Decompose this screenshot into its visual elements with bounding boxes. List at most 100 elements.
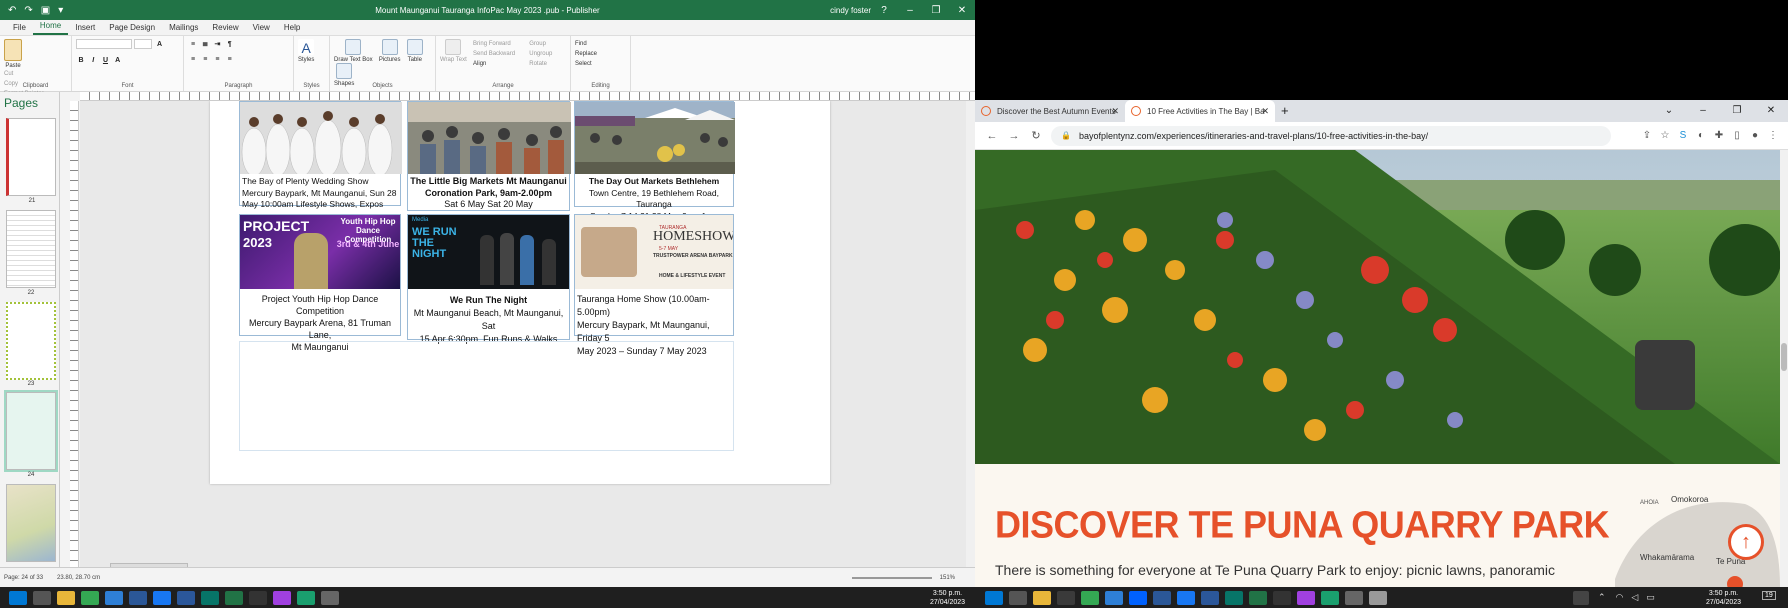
restore-button[interactable]: ❐ [923,5,949,16]
outlook-icon[interactable] [1153,590,1171,605]
scrollbar-thumb[interactable] [1781,343,1787,371]
skype-extension-icon[interactable]: S [1674,130,1692,141]
lock-icon[interactable]: 🔒 [1061,131,1071,140]
taskbar-clock-left[interactable]: 3:50 p.m. 27/04/2023 [930,589,965,607]
font-size-box[interactable] [134,39,153,49]
settings-icon[interactable] [1345,590,1363,605]
publisher-icon[interactable] [1225,590,1243,605]
share-icon[interactable]: ⇪ [1638,130,1656,141]
forward-icon[interactable]: → [1003,130,1025,142]
close-tab-icon[interactable]: ✕ [1261,106,1269,117]
align-left-icon[interactable]: ≡ [188,56,198,63]
justify-icon[interactable]: ≡ [225,56,235,63]
ungroup-button[interactable]: Ungroup [529,49,552,59]
tab-insert[interactable]: Insert [68,23,102,35]
event-card-day-out-markets[interactable]: The Day Out Markets Bethlehem Town Centr… [574,101,735,221]
customize-icon[interactable]: ▾ [58,5,63,16]
zoom-level[interactable]: 151% [940,575,955,581]
indent-icon[interactable]: ⇥ [212,40,222,48]
tab-page-design[interactable]: Page Design [102,23,162,35]
event-card-project-hip-hop[interactable]: PROJECT 2023 Youth Hip Hop Dance Competi… [239,214,401,352]
settings-icon[interactable] [321,590,339,605]
profile-avatar[interactable]: ● [1746,130,1764,141]
pilcrow-icon[interactable]: ¶ [225,41,235,48]
file-explorer-icon[interactable] [1033,590,1051,605]
rotate-button[interactable]: Rotate [529,59,552,69]
publisher-icon[interactable] [201,590,219,605]
event-card-wedding-show[interactable]: The Bay of Plenty Wedding Show Mercury B… [239,101,402,209]
chrome-icon[interactable] [81,590,99,605]
dropbox-icon[interactable] [1129,590,1147,605]
tab-home[interactable]: Home [32,21,69,35]
group-button[interactable]: Group [529,39,552,49]
redo-icon[interactable]: ↷ [24,5,32,16]
browser-tab[interactable]: Discover the Best Autumn Events ✕ [975,100,1125,122]
close-button[interactable]: ✕ [1754,100,1788,122]
app-icon[interactable] [1105,590,1123,605]
bold-button[interactable]: B [76,57,86,64]
edge-icon[interactable] [1321,590,1339,605]
wrap-text-button[interactable]: Wrap Text [440,39,467,63]
bullets-icon[interactable]: ≡ [188,41,198,48]
underline-button[interactable]: U [100,57,110,64]
tab-file[interactable]: File [6,23,33,35]
italic-button[interactable]: I [88,57,98,64]
zoom-slider[interactable] [851,576,932,579]
tab-review[interactable]: Review [205,23,245,35]
styles-button[interactable]: A Styles [298,39,314,63]
save-icon[interactable]: ▣ [41,5,50,16]
volume-icon[interactable]: ◁ [1631,592,1638,603]
edge-icon[interactable] [297,590,315,605]
tab-search-icon[interactable]: ⌄ [1652,100,1686,122]
back-icon[interactable]: ← [981,130,1003,142]
facebook-icon[interactable] [1177,590,1195,605]
event-card-little-big-markets[interactable]: The Little Big Markets Mt Maunganui Coro… [407,101,571,211]
battery-icon[interactable]: ▭ [1646,592,1655,603]
page-thumbnail[interactable] [6,484,56,562]
taskbar-clock-right[interactable]: 3:50 p.m. 27/04/2023 [1706,589,1741,607]
replace-button[interactable]: Replace [575,49,626,59]
word-icon[interactable] [177,590,195,605]
restore-button[interactable]: ❐ [1720,100,1754,122]
extension-icon[interactable]: ◐ [1692,130,1710,141]
excel-icon[interactable] [1249,590,1267,605]
new-tab-button[interactable]: + [1281,103,1289,122]
table-button[interactable]: Table [406,39,423,63]
page-thumbnail[interactable]: 22 [6,210,56,296]
page-indicator[interactable]: Page: 24 of 33 [4,575,43,581]
font-color-button[interactable]: A [113,57,123,64]
font-name-box[interactable] [76,39,132,49]
keyboard-icon[interactable] [1573,590,1589,605]
help-icon[interactable] [1369,590,1387,605]
page-thumbnail[interactable]: 23 [6,302,56,387]
document-canvas[interactable]: The Bay of Plenty Wedding Show Mercury B… [80,101,966,567]
notification-badge[interactable]: 19 [1762,591,1776,600]
event-card-home-show[interactable]: TAURANGA HOMESHOW 5-7 MAY TRUSTPOWER ARE… [574,214,734,356]
cut-button[interactable]: Cut [4,69,44,79]
page-thumbnail-selected[interactable]: 24 [4,390,58,478]
user-name[interactable]: cindy foster [830,6,871,15]
vertical-scrollbar[interactable] [966,101,975,567]
extensions-puzzle-icon[interactable]: ✚ [1710,130,1728,141]
empty-frame[interactable] [239,341,734,451]
help-icon[interactable]: ? [871,5,897,16]
grow-font-icon[interactable]: A [154,41,164,48]
draw-text-box-button[interactable]: Draw Text Box [334,39,373,63]
minimize-button[interactable]: – [897,5,923,16]
numbering-icon[interactable]: ≣ [200,40,210,48]
bookmark-star-icon[interactable]: ☆ [1656,130,1674,141]
network-icon[interactable]: ◠ [1616,592,1624,603]
camera-icon[interactable] [249,590,267,605]
tab-mailings[interactable]: Mailings [162,23,205,35]
pictures-button[interactable]: Pictures [379,39,401,63]
bring-forward-button[interactable]: Bring Forward [473,39,527,49]
file-explorer-icon[interactable] [57,590,75,605]
start-icon[interactable] [985,590,1003,605]
align-right-icon[interactable]: ≡ [212,56,222,63]
excel-icon[interactable] [225,590,243,605]
tab-help[interactable]: Help [277,23,307,35]
tab-view[interactable]: View [246,23,277,35]
align-center-icon[interactable]: ≡ [200,56,210,63]
browser-scrollbar[interactable] [1780,150,1788,587]
task-view-icon[interactable] [1009,590,1027,605]
